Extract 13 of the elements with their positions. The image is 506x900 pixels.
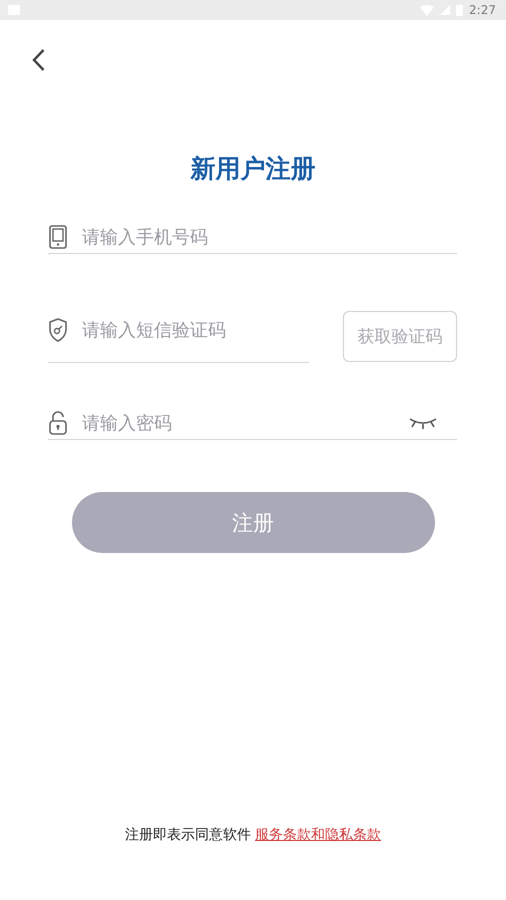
- back-icon[interactable]: [32, 49, 45, 71]
- page-title: 新用户注册: [190, 153, 316, 185]
- status-time: 2:27: [469, 3, 496, 17]
- lock-icon: [48, 411, 68, 435]
- phone-icon: [48, 225, 68, 249]
- input-field[interactable]: 请输入密码: [80, 412, 397, 434]
- input-field[interactable]: 请输入手机号码: [80, 226, 457, 248]
- input-field[interactable]: 请输入短信验证码: [80, 318, 309, 342]
- eye-closed-icon[interactable]: [409, 417, 437, 429]
- agreement-text: 注册即表示同意软件: [125, 827, 251, 843]
- get-code-button[interactable]: 获取验证码: [343, 311, 457, 362]
- terms-link[interactable]: 服务条款和隐私条款: [255, 827, 381, 843]
- shield-icon: [48, 318, 68, 342]
